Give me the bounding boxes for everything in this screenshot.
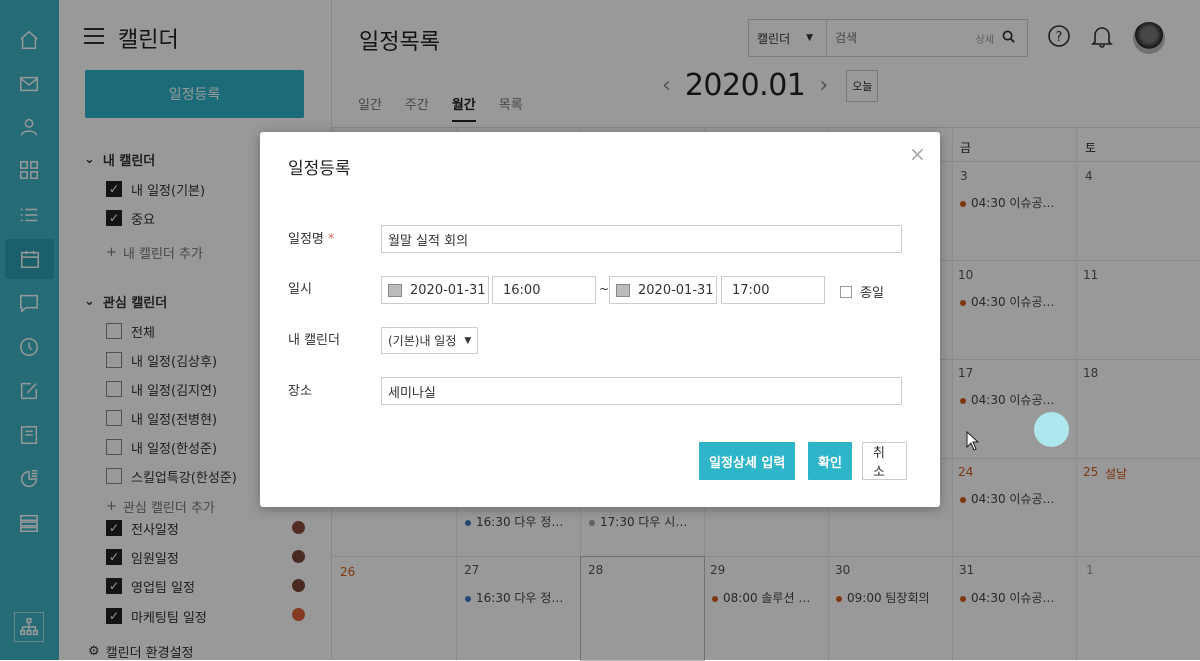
calendar-label: 내 캘린더 <box>288 333 340 348</box>
event-name-label: 일정명 * <box>288 232 335 247</box>
click-highlight <box>1034 412 1069 447</box>
mouse-cursor-icon <box>966 430 980 455</box>
calendar-small-icon <box>616 284 630 297</box>
allday-checkbox[interactable]: 종일 <box>840 282 884 301</box>
start-time-input[interactable]: 16:00 <box>492 276 596 304</box>
start-date-input[interactable]: 2020-01-31 <box>381 276 489 304</box>
register-event-dialog: 일정등록 × 일정명 * 월말 실적 회의 일시 2020-01-31 16:00… <box>260 132 940 507</box>
caret-down-icon: ▼ <box>464 335 472 346</box>
range-separator: ~ <box>599 282 610 296</box>
place-label: 장소 <box>288 384 312 399</box>
end-date-input[interactable]: 2020-01-31 <box>609 276 717 304</box>
dialog-title: 일정등록 <box>288 159 351 179</box>
calendar-select[interactable]: (기본)내 일정 ▼ <box>381 327 479 354</box>
close-icon[interactable]: × <box>909 142 926 166</box>
place-input[interactable]: 세미나실 <box>381 377 902 405</box>
confirm-button[interactable]: 확인 <box>808 442 852 480</box>
calendar-small-icon <box>388 284 402 297</box>
datetime-label: 일시 <box>288 282 312 297</box>
end-time-input[interactable]: 17:00 <box>721 276 825 304</box>
event-name-input[interactable]: 월말 실적 회의 <box>381 225 902 253</box>
required-mark: * <box>327 232 335 247</box>
cancel-button[interactable]: 취소 <box>862 442 907 480</box>
detail-input-button[interactable]: 일정상세 입력 <box>699 442 796 480</box>
checkbox-icon[interactable] <box>840 285 852 298</box>
